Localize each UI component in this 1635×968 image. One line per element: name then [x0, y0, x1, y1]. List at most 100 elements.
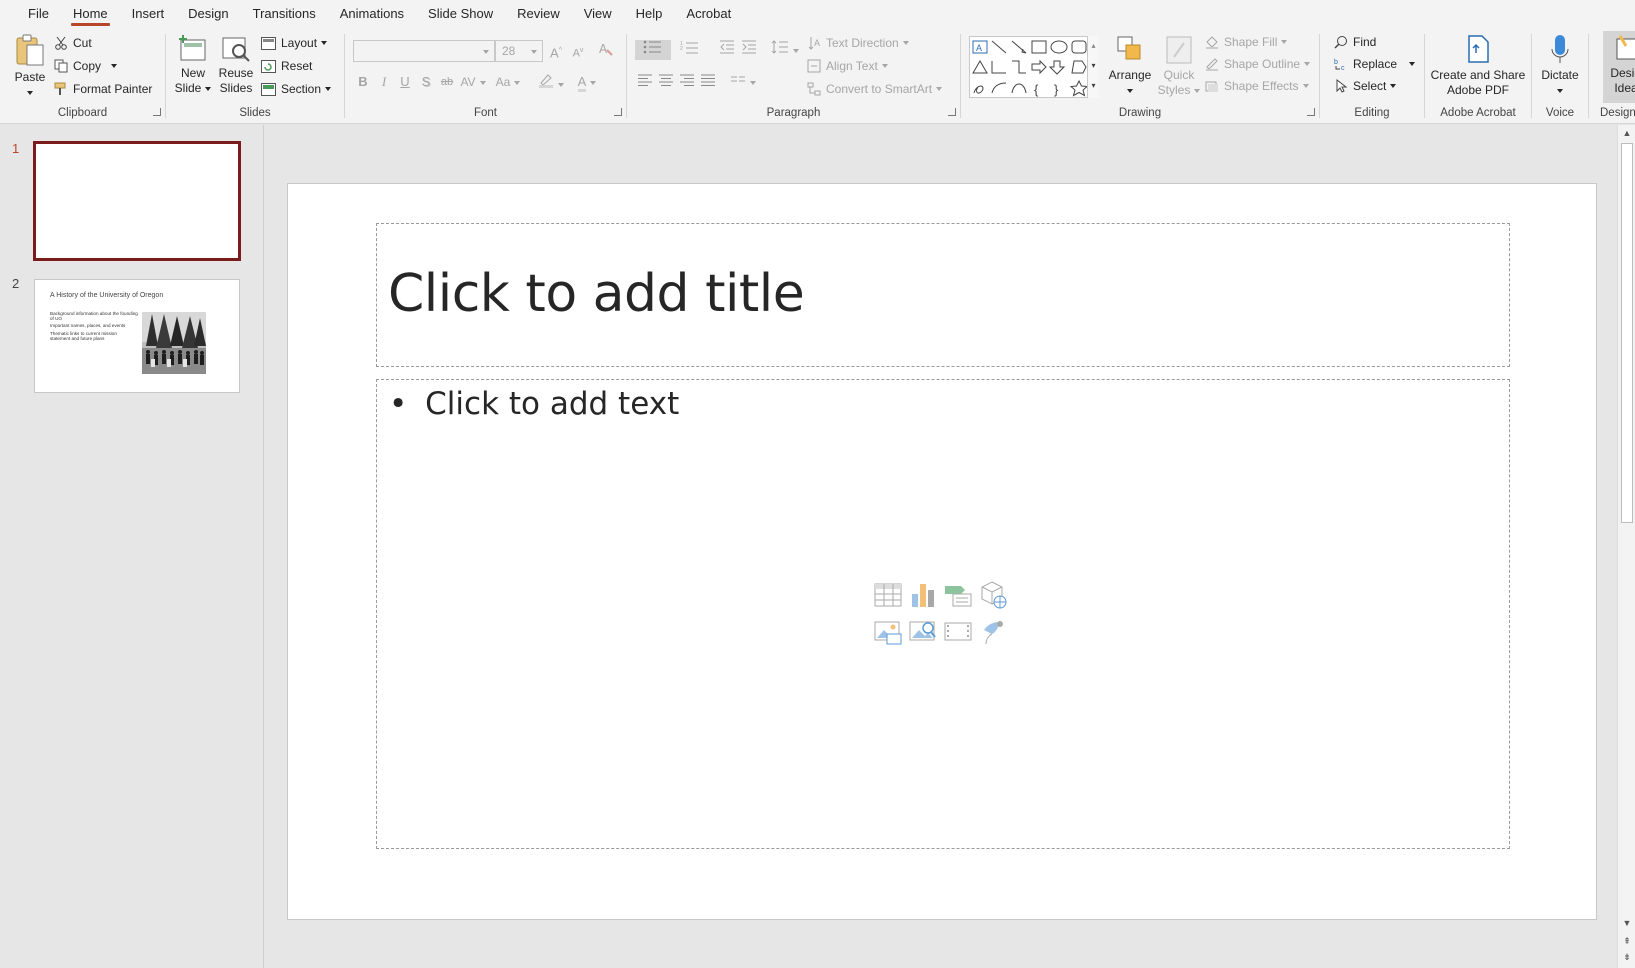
replace-icon: bc: [1334, 59, 1345, 71]
tab-acrobat[interactable]: Acrobat: [674, 6, 743, 28]
content-placeholder[interactable]: • Click to add text: [376, 379, 1510, 849]
align-left-button[interactable]: [635, 72, 655, 92]
insert-table-icon[interactable]: [873, 580, 903, 610]
design-ideas-button[interactable]: Design Ideas: [1603, 31, 1635, 103]
shape-fill-button[interactable]: Shape Fill: [1205, 32, 1288, 52]
shape-effects-button[interactable]: Shape Effects: [1205, 76, 1309, 96]
font-dialog-launcher[interactable]: [614, 108, 622, 116]
title-placeholder[interactable]: Click to add title: [376, 223, 1510, 367]
numbering-button[interactable]: 12: [673, 40, 707, 60]
insert-picture-icon[interactable]: [873, 616, 903, 646]
reset-button[interactable]: Reset: [261, 56, 312, 76]
decrease-indent-button[interactable]: [717, 40, 737, 60]
insert-content-icons: [873, 580, 1013, 650]
slide-canvas[interactable]: Click to add title • Click to add text: [287, 183, 1597, 920]
align-right-button[interactable]: [677, 72, 697, 92]
tab-help[interactable]: Help: [624, 6, 675, 28]
strikethrough-button[interactable]: ab: [437, 72, 457, 92]
select-label: Select: [1353, 79, 1387, 93]
font-name-combo[interactable]: [353, 40, 495, 62]
shapes-gallery-scroll[interactable]: ▴ ▾ ▾: [1087, 36, 1099, 98]
font-color-button[interactable]: A: [571, 72, 603, 92]
vertical-scrollbar[interactable]: ▲ ▼ ⇞ ⇟: [1617, 125, 1635, 968]
tab-home[interactable]: Home: [61, 6, 120, 28]
paste-button[interactable]: Paste: [10, 33, 50, 100]
reuse-slides-button[interactable]: Reuse Slides: [217, 33, 255, 96]
text-direction-button[interactable]: A Text Direction: [807, 33, 909, 53]
previous-slide-icon[interactable]: ⇞: [1622, 936, 1632, 946]
find-button[interactable]: Find: [1334, 32, 1376, 52]
new-slide-button[interactable]: New Slide: [174, 33, 212, 96]
scrollbar-thumb[interactable]: [1621, 143, 1633, 523]
shadow-button[interactable]: S: [416, 72, 436, 92]
format-painter-button[interactable]: Format Painter: [54, 79, 152, 99]
create-share-pdf-button[interactable]: Create and Share Adobe PDF: [1429, 33, 1527, 98]
insert-smartart-icon[interactable]: [943, 580, 973, 610]
columns-button[interactable]: [727, 72, 759, 92]
search-icon: [1334, 36, 1347, 49]
dictate-button[interactable]: Dictate: [1536, 33, 1584, 98]
replace-button[interactable]: bc Replace: [1334, 54, 1416, 74]
tab-transitions[interactable]: Transitions: [241, 6, 328, 28]
slide-thumbnail-2[interactable]: A History of the University of Oregon Ba…: [34, 279, 240, 393]
slide-thumbnail-panel[interactable]: 1 2 A History of the University of Orego…: [0, 125, 264, 968]
increase-indent-button[interactable]: [739, 40, 759, 60]
copy-button[interactable]: Copy: [54, 56, 118, 76]
section-button[interactable]: Section: [261, 79, 332, 99]
font-size-combo[interactable]: 28: [495, 40, 543, 62]
arrange-icon: [1117, 36, 1141, 60]
tab-file[interactable]: File: [16, 6, 61, 28]
insert-icons-icon[interactable]: [978, 616, 1008, 646]
slide-thumbnail-1[interactable]: [34, 142, 240, 260]
character-spacing-button[interactable]: AV: [457, 72, 489, 92]
shapes-gallery[interactable]: A { }: [969, 36, 1099, 98]
gallery-more-icon[interactable]: ▾: [1088, 76, 1099, 96]
paragraph-dialog-launcher[interactable]: [948, 108, 956, 116]
clipboard-dialog-launcher[interactable]: [153, 108, 161, 116]
line-spacing-button[interactable]: [769, 40, 801, 60]
arrange-button[interactable]: Arrange: [1107, 33, 1153, 98]
bold-button[interactable]: B: [353, 72, 373, 92]
justify-button[interactable]: [698, 72, 718, 92]
new-slide-label-1: New: [180, 66, 205, 80]
smartart-icon: [807, 82, 821, 96]
insert-3d-model-icon[interactable]: [978, 580, 1008, 610]
quick-styles-button[interactable]: Quick Styles: [1157, 33, 1201, 98]
drawing-dialog-launcher[interactable]: [1307, 108, 1315, 116]
section-icon: [261, 82, 276, 96]
design-ideas-label-2: Ideas: [1614, 81, 1635, 95]
insert-chart-icon[interactable]: [908, 580, 938, 610]
change-case-button[interactable]: Aa: [491, 72, 525, 92]
underline-button[interactable]: U: [395, 72, 415, 92]
new-slide-label-2: Slide: [174, 81, 202, 95]
tab-design[interactable]: Design: [176, 6, 240, 28]
clear-formatting-button[interactable]: A: [596, 41, 616, 61]
layout-button[interactable]: Layout: [261, 33, 328, 53]
svg-text:A: A: [976, 43, 982, 53]
grow-font-button[interactable]: A^: [546, 41, 566, 61]
bullets-button[interactable]: [635, 40, 671, 60]
chevron-up-icon[interactable]: ▴: [1088, 36, 1099, 56]
chevron-down-icon[interactable]: ▾: [1088, 56, 1099, 76]
insert-online-picture-icon[interactable]: [908, 616, 938, 646]
next-slide-icon[interactable]: ⇟: [1622, 952, 1632, 962]
highlight-button[interactable]: [535, 72, 567, 92]
align-center-button[interactable]: [656, 72, 676, 92]
shape-outline-label: Shape Outline: [1224, 57, 1301, 71]
convert-smartart-button[interactable]: Convert to SmartArt: [807, 79, 943, 99]
align-text-button[interactable]: Align Text: [807, 56, 888, 76]
select-button[interactable]: Select: [1334, 76, 1397, 96]
tab-review[interactable]: Review: [505, 6, 572, 28]
tab-slide-show[interactable]: Slide Show: [416, 6, 505, 28]
shape-outline-button[interactable]: Shape Outline: [1205, 54, 1311, 74]
scroll-down-icon[interactable]: ▼: [1622, 918, 1632, 928]
svg-text:b: b: [1334, 59, 1338, 66]
insert-video-icon[interactable]: [943, 616, 973, 646]
shrink-font-button[interactable]: Av: [568, 41, 588, 61]
tab-insert[interactable]: Insert: [120, 6, 177, 28]
italic-button[interactable]: I: [374, 72, 394, 92]
scroll-up-icon[interactable]: ▲: [1622, 128, 1632, 138]
tab-view[interactable]: View: [572, 6, 624, 28]
tab-animations[interactable]: Animations: [328, 6, 416, 28]
cut-button[interactable]: Cut: [54, 33, 92, 53]
